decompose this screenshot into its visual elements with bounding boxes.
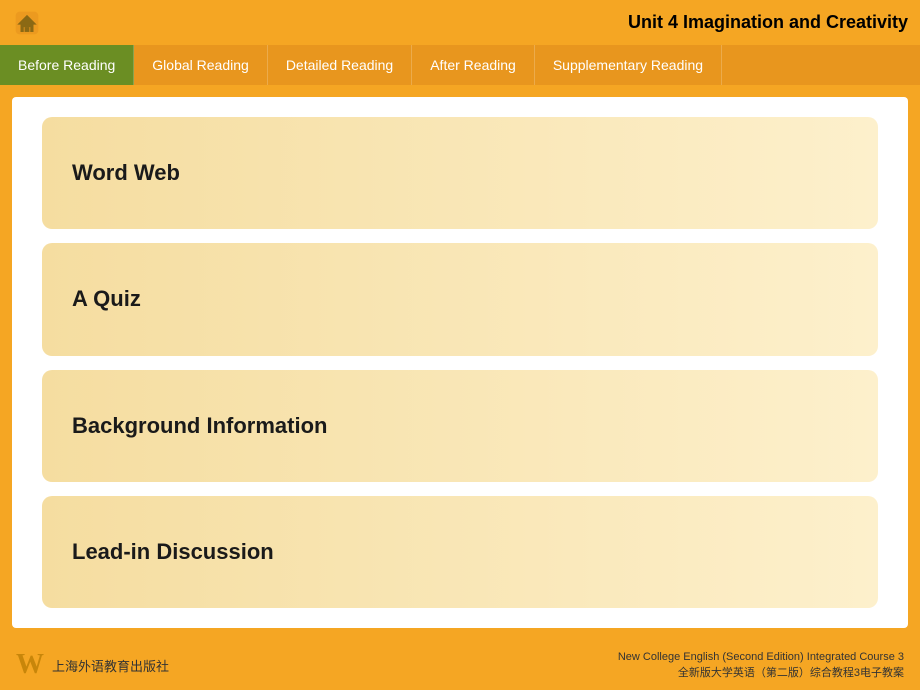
unit-title: Unit 4 Imagination and Creativity [628,12,908,33]
home-button[interactable] [12,8,42,38]
card-quiz[interactable]: A Quiz [42,243,878,355]
card-lead-in-discussion-title: Lead-in Discussion [72,539,274,565]
logo-text: 上海外语教育出版社 [52,656,169,675]
logo-letter: W [16,649,44,681]
tab-global-reading[interactable]: Global Reading [134,45,268,85]
footer-right-info: New College English (Second Edition) Int… [618,649,904,682]
card-background-info[interactable]: Background Information [42,370,878,482]
nav-tabs: Before Reading Global Reading Detailed R… [0,45,920,85]
tab-after-reading[interactable]: After Reading [412,45,535,85]
footer-logo: W 上海外语教育出版社 [16,649,169,681]
card-background-info-title: Background Information [72,413,327,439]
main-content: Word Web A Quiz Background Information L… [12,97,908,628]
tab-detailed-reading[interactable]: Detailed Reading [268,45,412,85]
tab-supplementary-reading[interactable]: Supplementary Reading [535,45,722,85]
card-quiz-title: A Quiz [72,286,141,312]
footer: W 上海外语教育出版社 New College English (Second … [0,640,920,690]
card-word-web[interactable]: Word Web [42,117,878,229]
card-lead-in-discussion[interactable]: Lead-in Discussion [42,496,878,608]
tab-before-reading[interactable]: Before Reading [0,45,134,85]
card-word-web-title: Word Web [72,160,180,186]
header: Unit 4 Imagination and Creativity [0,0,920,45]
